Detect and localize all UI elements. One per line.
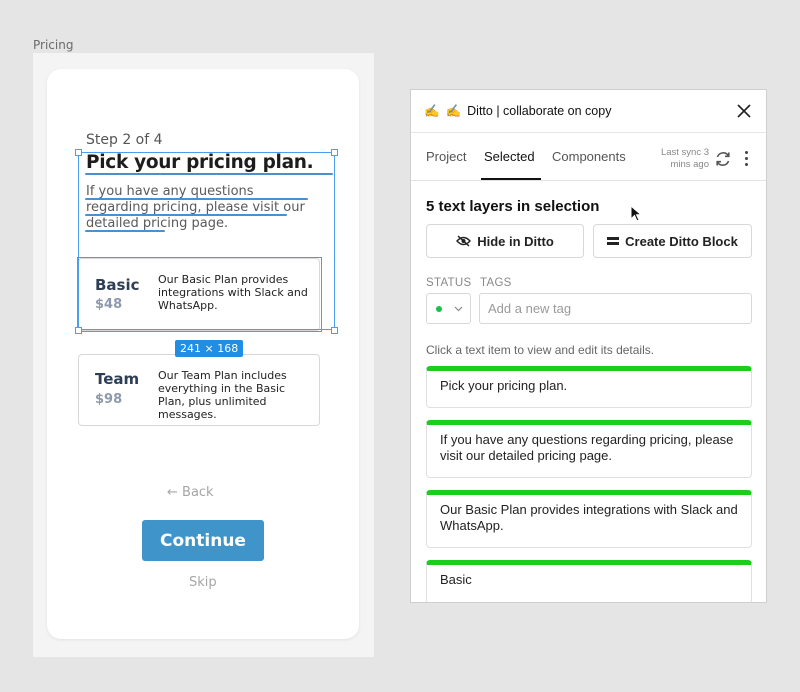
- panel-header: ✍️ ✍️ Ditto | collaborate on copy: [411, 90, 766, 133]
- create-button-label: Create Ditto Block: [625, 233, 738, 249]
- writing-hand-icon: ✍️: [445, 103, 462, 118]
- text-item[interactable]: Basic: [426, 560, 752, 602]
- tab-selected[interactable]: Selected: [484, 149, 535, 164]
- last-sync-text: Last sync 3 mins ago: [660, 147, 709, 170]
- plan-price[interactable]: $98: [95, 392, 122, 407]
- active-tab-indicator: [481, 178, 541, 180]
- skip-link[interactable]: Skip: [189, 575, 217, 590]
- tab-project[interactable]: Project: [426, 149, 466, 164]
- block-icon: [607, 237, 620, 245]
- text-item[interactable]: Pick your pricing plan.: [426, 366, 752, 408]
- panel-title: ✍️ ✍️ Ditto | collaborate on copy: [424, 104, 611, 119]
- hint-text: Click a text item to view and edit its d…: [426, 343, 655, 357]
- pricing-frame[interactable]: Step 2 of 4 Pick your pricing plan. If y…: [33, 53, 374, 657]
- continue-button[interactable]: Continue: [142, 520, 264, 561]
- plan-description[interactable]: Our Team Plan includes everything in the…: [158, 369, 313, 421]
- resize-handle[interactable]: [331, 149, 338, 156]
- hide-in-ditto-button[interactable]: Hide in Ditto: [426, 224, 584, 258]
- plan-name[interactable]: Team: [95, 370, 139, 388]
- selection-outline: [77, 257, 322, 332]
- status-select[interactable]: [426, 293, 471, 324]
- mouse-cursor-icon: [630, 205, 642, 222]
- selection-title: 5 text layers in selection: [426, 198, 600, 215]
- create-ditto-block-button[interactable]: Create Ditto Block: [593, 224, 752, 258]
- text-item[interactable]: If you have any questions regarding pric…: [426, 420, 752, 478]
- resize-handle[interactable]: [75, 149, 82, 156]
- plan-card-team[interactable]: Team $98 Our Team Plan includes everythi…: [78, 354, 320, 426]
- status-dot-icon: [436, 306, 442, 312]
- hide-button-label: Hide in Ditto: [477, 233, 554, 249]
- chevron-down-icon: [454, 306, 463, 312]
- tab-bar: Project Selected Components Last sync 3 …: [411, 133, 766, 181]
- refresh-icon[interactable]: [713, 149, 733, 169]
- status-label: STATUS: [426, 277, 472, 289]
- close-icon[interactable]: [735, 102, 753, 120]
- tags-label: TAGS: [480, 277, 512, 289]
- ditto-plugin-panel: ✍️ ✍️ Ditto | collaborate on copy Projec…: [410, 89, 767, 603]
- tag-input[interactable]: [479, 293, 752, 324]
- text-item[interactable]: Our Basic Plan provides integrations wit…: [426, 490, 752, 548]
- eye-off-icon: [456, 235, 472, 247]
- frame-label[interactable]: Pricing: [33, 38, 73, 52]
- step-indicator[interactable]: Step 2 of 4: [86, 132, 163, 148]
- more-options-icon[interactable]: [745, 151, 749, 167]
- resize-handle[interactable]: [75, 327, 82, 334]
- dimensions-badge: 241 × 168: [175, 340, 244, 357]
- back-link[interactable]: ← Back: [167, 485, 214, 500]
- panel-title-text: Ditto | collaborate on copy: [467, 104, 612, 118]
- writing-hand-icon: ✍️: [424, 103, 440, 118]
- tab-components[interactable]: Components: [552, 149, 626, 164]
- resize-handle[interactable]: [331, 327, 338, 334]
